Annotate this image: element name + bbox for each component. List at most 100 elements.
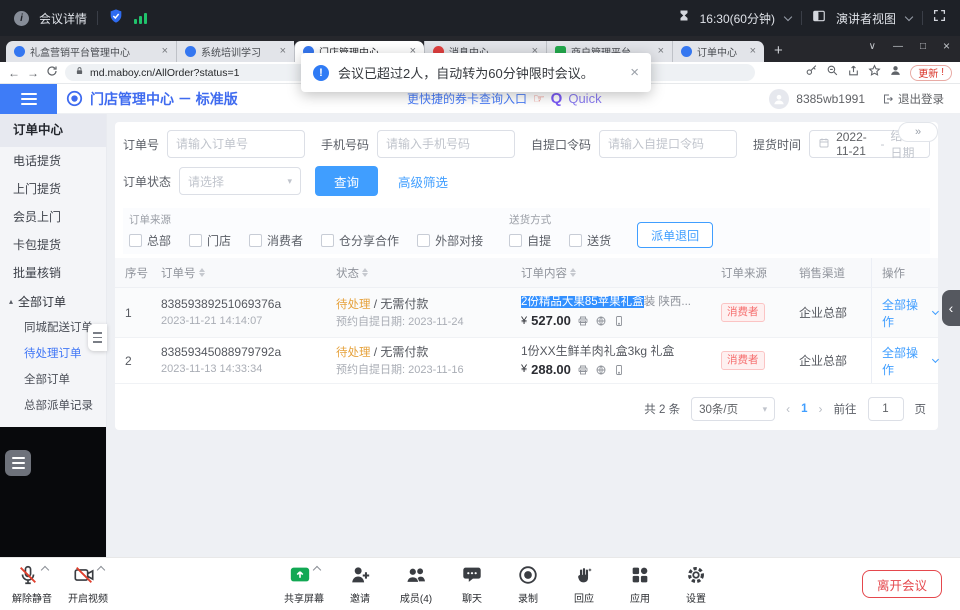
checkbox-icon[interactable] <box>417 234 430 247</box>
sort-icon[interactable] <box>199 268 205 277</box>
sidebar-drag-handle[interactable] <box>88 324 107 351</box>
checkbox-icon[interactable] <box>249 234 262 247</box>
checkbox-icon[interactable] <box>321 234 334 247</box>
panel-expand-handle[interactable]: ‹ <box>942 290 960 326</box>
next-page-icon[interactable]: › <box>819 402 823 416</box>
new-tab-button[interactable]: + <box>774 42 783 59</box>
sidebar-item-phone-pickup[interactable]: 电话提货 <box>0 147 106 175</box>
chevron-up-icon[interactable] <box>40 566 48 574</box>
window-minimize-button[interactable]: — <box>893 41 903 52</box>
pickup-code-input[interactable] <box>599 130 737 158</box>
browser-tab[interactable]: 订单中心 × <box>672 41 764 62</box>
mobile-icon[interactable] <box>613 315 625 327</box>
browser-tab[interactable]: 系统培训学习 × <box>176 41 294 62</box>
checkbox-source-store[interactable]: 门店 <box>189 232 231 249</box>
chevron-down-icon[interactable] <box>784 12 792 20</box>
table-row[interactable]: 1 83859389251069376a 2023-11-21 14:14:07… <box>115 288 938 338</box>
goto-page-input[interactable] <box>868 397 904 421</box>
meeting-timer[interactable]: 16:30(60分钟) <box>700 10 775 27</box>
all-actions-dropdown[interactable]: 全部操作 <box>871 288 938 337</box>
back-icon[interactable]: ← <box>8 67 20 79</box>
search-button[interactable]: 查询 <box>315 166 378 196</box>
sidebar-item-all-orders[interactable]: 全部订单 <box>0 367 106 393</box>
share-screen-button[interactable]: 共享屏幕 <box>282 564 326 605</box>
invite-button[interactable]: 邀请 <box>338 564 382 605</box>
sidebar-item-hq-dispatch-records[interactable]: 总部派单记录 <box>0 393 106 419</box>
all-actions-dropdown[interactable]: 全部操作 <box>871 338 938 383</box>
sort-icon[interactable] <box>570 268 576 277</box>
leave-meeting-button[interactable]: 离开会议 <box>862 570 942 598</box>
window-maximize-button[interactable]: □ <box>920 41 926 52</box>
apps-button[interactable]: 应用 <box>618 564 662 605</box>
key-icon[interactable] <box>805 64 818 82</box>
meeting-details-button[interactable]: 会议详情 <box>39 10 87 27</box>
checkbox-icon[interactable] <box>569 234 582 247</box>
col-status[interactable]: 状态 <box>326 265 511 281</box>
toast-close-icon[interactable]: × <box>630 64 639 81</box>
bookmark-star-icon[interactable] <box>868 64 881 82</box>
react-button[interactable]: 回应 <box>562 564 606 605</box>
chat-button[interactable]: 聊天 <box>450 564 494 605</box>
tab-close-icon[interactable]: × <box>280 46 286 57</box>
globe-icon[interactable] <box>595 315 607 327</box>
zoom-icon[interactable] <box>826 64 839 82</box>
quick-link[interactable]: Quick <box>568 91 601 106</box>
view-mode-button[interactable]: 演讲者视图 <box>836 10 896 27</box>
sidebar-item-batch-verify[interactable]: 批量核销 <box>0 259 106 287</box>
share-icon[interactable] <box>847 64 860 82</box>
start-video-button[interactable]: 开启视频 <box>66 564 110 605</box>
sort-icon[interactable] <box>362 268 368 277</box>
record-button[interactable]: 录制 <box>506 564 550 605</box>
tab-close-icon[interactable]: × <box>162 46 168 57</box>
checkbox-source-consumer[interactable]: 消费者 <box>249 232 303 249</box>
checkbox-self-pickup[interactable]: 自提 <box>509 232 551 249</box>
unmute-button[interactable]: 解除静音 <box>10 564 54 605</box>
col-order-no[interactable]: 订单号 <box>151 265 326 281</box>
checkbox-delivery[interactable]: 送货 <box>569 232 611 249</box>
globe-icon[interactable] <box>595 364 607 376</box>
video-tile-camera-off[interactable] <box>0 427 106 557</box>
order-no-input[interactable] <box>167 130 305 158</box>
profile-icon[interactable] <box>889 64 902 82</box>
chevron-up-icon[interactable] <box>312 566 320 574</box>
fullscreen-icon[interactable] <box>933 9 946 27</box>
checkbox-source-hq[interactable]: 总部 <box>129 232 171 249</box>
order-status-select[interactable]: 请选择 ▾ <box>179 167 301 195</box>
phone-input[interactable] <box>377 130 515 158</box>
tab-close-icon[interactable]: × <box>750 46 756 57</box>
dispatch-return-button[interactable]: 派单退回 <box>637 222 713 248</box>
collapse-filters-button[interactable]: » <box>898 122 938 142</box>
advanced-filter-link[interactable]: 高级筛选 <box>398 172 448 191</box>
coupon-query-link[interactable]: 更快捷的券卡查询入口 <box>407 90 527 107</box>
chevron-up-icon[interactable] <box>96 566 104 574</box>
checkbox-source-external[interactable]: 外部对接 <box>417 232 483 249</box>
window-close-button[interactable]: × <box>943 39 950 53</box>
chevron-down-icon[interactable] <box>905 12 913 20</box>
checkbox-icon[interactable] <box>189 234 202 247</box>
col-content[interactable]: 订单内容 <box>511 265 711 281</box>
checkbox-icon[interactable] <box>129 234 142 247</box>
logout-button[interactable]: 退出登录 <box>882 91 944 107</box>
user-avatar[interactable] <box>769 89 789 109</box>
browser-tab[interactable]: 礼盒营销平台管理中心 × <box>6 41 176 62</box>
current-page-number[interactable]: 1 <box>801 403 807 415</box>
tab-search-icon[interactable]: ∨ <box>869 41 876 52</box>
lock-icon[interactable] <box>75 66 84 79</box>
members-button[interactable]: 成员(4) <box>394 564 438 605</box>
sidebar-group-all-orders[interactable]: ▴ 全部订单 <box>0 287 106 315</box>
meeting-panel-toggle-button[interactable] <box>5 450 31 476</box>
printer-icon[interactable] <box>577 315 589 327</box>
page-size-select[interactable]: 30条/页▾ <box>691 397 775 421</box>
forward-icon[interactable]: → <box>27 67 39 79</box>
sidebar-item-door-pickup[interactable]: 上门提货 <box>0 175 106 203</box>
sidebar-item-card-pickup[interactable]: 卡包提货 <box>0 231 106 259</box>
hamburger-menu-button[interactable] <box>0 84 57 114</box>
mobile-icon[interactable] <box>613 364 625 376</box>
sidebar-item-member-visit[interactable]: 会员上门 <box>0 203 106 231</box>
settings-button[interactable]: 设置 <box>674 564 718 605</box>
prev-page-icon[interactable]: ‹ <box>786 402 790 416</box>
table-row[interactable]: 2 83859345088979792a 2023-11-13 14:33:34… <box>115 338 938 384</box>
checkbox-source-warehouse-share[interactable]: 仓分享合作 <box>321 232 399 249</box>
reload-icon[interactable] <box>46 64 58 82</box>
chrome-update-button[interactable]: 更新 ! <box>910 65 952 81</box>
